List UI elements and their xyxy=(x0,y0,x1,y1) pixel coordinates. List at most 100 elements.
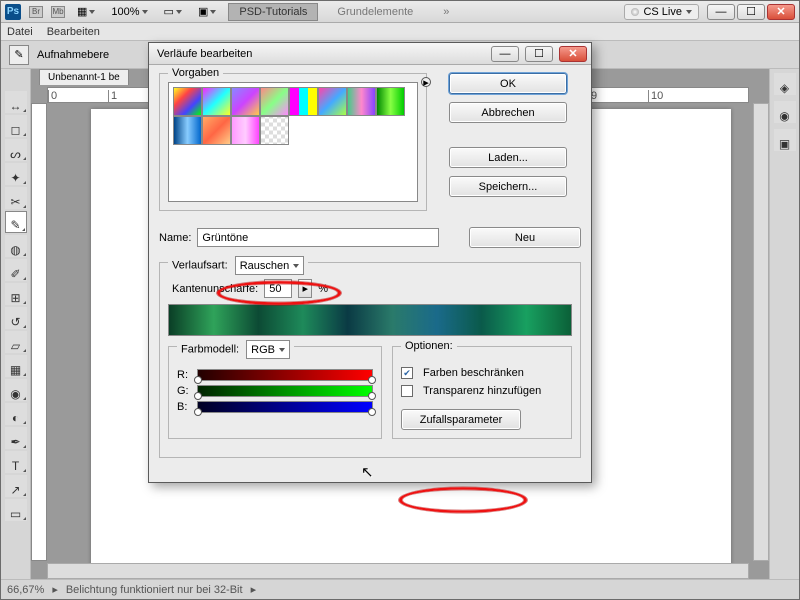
name-input[interactable]: Grüntöne xyxy=(197,228,439,247)
preset-swatch[interactable] xyxy=(318,87,347,116)
roughness-label: Kantenunschärfe: xyxy=(172,283,258,295)
color-model-select[interactable]: RGB xyxy=(246,340,290,359)
document-tab[interactable]: Unbenannt-1 be xyxy=(39,69,129,85)
history-brush-tool[interactable]: ↺ xyxy=(5,307,27,329)
panel-icon-3[interactable]: ▣ xyxy=(774,129,796,151)
preset-swatch[interactable] xyxy=(376,87,405,116)
workspace-psd-tutorials[interactable]: PSD-Tutorials xyxy=(228,3,318,21)
app-titlebar: Ps Br Mb ▦ 100% ▭ ▣ PSD-Tutorials Grunde… xyxy=(1,1,799,23)
preset-swatch[interactable] xyxy=(260,87,289,116)
color-model-value: RGB xyxy=(251,344,275,356)
preset-swatch[interactable] xyxy=(231,116,260,145)
save-button[interactable]: Speichern... xyxy=(449,176,567,197)
r-slider[interactable] xyxy=(197,369,373,381)
dialog-close-button[interactable]: ✕ xyxy=(559,46,587,62)
type-tool[interactable]: T xyxy=(5,451,27,473)
dialog-maximize-button[interactable]: ☐ xyxy=(525,46,553,62)
preset-swatch[interactable] xyxy=(260,116,289,145)
gradient-preview xyxy=(168,304,572,336)
gradient-tool[interactable]: ▦ xyxy=(5,355,27,377)
roughness-input[interactable]: 50 xyxy=(264,279,292,298)
ruler-vertical xyxy=(31,103,47,561)
name-label: Name: xyxy=(159,232,191,244)
menubar: Datei Bearbeiten xyxy=(1,23,799,41)
eraser-tool[interactable]: ▱ xyxy=(5,331,27,353)
menu-datei[interactable]: Datei xyxy=(7,26,33,38)
restrict-colors-label: Farben beschränken xyxy=(423,367,524,379)
scrollbar-horizontal[interactable] xyxy=(47,563,749,579)
new-button[interactable]: Neu xyxy=(469,227,581,248)
zoom-combo[interactable]: 100% xyxy=(107,6,151,18)
cursor-icon: ↖ xyxy=(361,463,374,481)
cancel-button[interactable]: Abbrechen xyxy=(449,102,567,123)
toolbox: ↔ ◻ ᔕ ✦ ✂ ✎ ◍ ✐ ⊞ ↺ ▱ ▦ ◉ ◐ ✒ T ↗ ▭ xyxy=(1,69,31,579)
menu-bearbeiten[interactable]: Bearbeiten xyxy=(47,26,100,38)
color-model-label: Farbmodell: xyxy=(181,344,239,356)
preset-swatch[interactable] xyxy=(173,87,202,116)
panel-icon-1[interactable]: ◈ xyxy=(774,73,796,95)
dialog-titlebar[interactable]: Verläufe bearbeiten — ☐ ✕ xyxy=(149,43,591,65)
status-zoom: 66,67% xyxy=(7,584,44,596)
dodge-tool[interactable]: ◐ xyxy=(5,403,27,425)
bridge-icon[interactable]: Br xyxy=(29,6,43,18)
preset-swatch[interactable] xyxy=(231,87,260,116)
preset-swatch[interactable] xyxy=(173,116,202,145)
options-legend: Optionen: xyxy=(401,340,457,352)
gradient-type-value: Rauschen xyxy=(240,260,290,272)
roughness-stepper[interactable]: ▸ xyxy=(298,279,312,298)
ok-button[interactable]: OK xyxy=(449,73,567,94)
minibridge-icon[interactable]: Mb xyxy=(51,6,65,18)
g-slider[interactable] xyxy=(197,385,373,397)
path-tool[interactable]: ↗ xyxy=(5,475,27,497)
preset-swatch[interactable] xyxy=(202,87,231,116)
randomize-button[interactable]: Zufallsparameter xyxy=(401,409,521,430)
arrange-menu[interactable]: ▭ xyxy=(160,5,186,18)
r-label: R: xyxy=(177,369,191,381)
cs-live-button[interactable]: CS Live xyxy=(624,4,699,20)
brush-tool[interactable]: ✐ xyxy=(5,259,27,281)
photoshop-icon: Ps xyxy=(5,4,21,20)
move-tool[interactable]: ↔ xyxy=(5,91,27,113)
type-row-legend: Verlaufsart: Rauschen xyxy=(168,256,308,275)
view-mode-menu[interactable]: ▦ xyxy=(73,5,99,18)
workspace-more[interactable]: » xyxy=(432,3,460,21)
restrict-colors-checkbox[interactable]: ✔ xyxy=(401,367,413,379)
maximize-button[interactable]: ☐ xyxy=(737,4,765,20)
workspace-grundelemente[interactable]: Grundelemente xyxy=(326,3,424,21)
g-label: G: xyxy=(177,385,191,397)
panel-icon-2[interactable]: ◉ xyxy=(774,101,796,123)
stamp-tool[interactable]: ⊞ xyxy=(5,283,27,305)
shape-tool[interactable]: ▭ xyxy=(5,499,27,521)
preset-swatch[interactable] xyxy=(202,116,231,145)
eyedropper-tool-icon[interactable]: ✎ xyxy=(9,45,29,65)
preset-swatch[interactable] xyxy=(289,87,318,116)
type-label: Verlaufsart: xyxy=(172,260,228,272)
heal-tool[interactable]: ◍ xyxy=(5,235,27,257)
dialog-title: Verläufe bearbeiten xyxy=(157,48,485,60)
wand-tool[interactable]: ✦ xyxy=(5,163,27,185)
add-transparency-checkbox[interactable] xyxy=(401,385,413,397)
marquee-tool[interactable]: ◻ xyxy=(5,115,27,137)
lasso-tool[interactable]: ᔕ xyxy=(5,139,27,161)
presets-fieldset: Vorgaben ▸ xyxy=(159,73,427,211)
gradient-type-select[interactable]: Rauschen xyxy=(235,256,305,275)
screen-mode-menu[interactable]: ▣ xyxy=(194,5,220,18)
pen-tool[interactable]: ✒ xyxy=(5,427,27,449)
dialog-minimize-button[interactable]: — xyxy=(491,46,519,62)
preset-menu-icon[interactable]: ▸ xyxy=(421,77,431,87)
color-model-fieldset: Farbmodell: RGB R: G: B: xyxy=(168,346,382,439)
eyedropper-tool[interactable]: ✎ xyxy=(5,211,27,233)
b-label: B: xyxy=(177,401,191,413)
close-button[interactable]: ✕ xyxy=(767,4,795,20)
load-button[interactable]: Laden... xyxy=(449,147,567,168)
preset-swatch[interactable] xyxy=(347,87,376,116)
color-model-legend: Farbmodell: RGB xyxy=(177,340,294,359)
b-slider[interactable] xyxy=(197,401,373,413)
preset-grid[interactable]: ▸ xyxy=(168,82,418,202)
scrollbar-vertical[interactable] xyxy=(753,103,769,561)
blur-tool[interactable]: ◉ xyxy=(5,379,27,401)
options-fieldset: Optionen: ✔Farben beschränken Transparen… xyxy=(392,346,572,439)
zoom-value: 100% xyxy=(111,6,139,18)
minimize-button[interactable]: — xyxy=(707,4,735,20)
crop-tool[interactable]: ✂ xyxy=(5,187,27,209)
